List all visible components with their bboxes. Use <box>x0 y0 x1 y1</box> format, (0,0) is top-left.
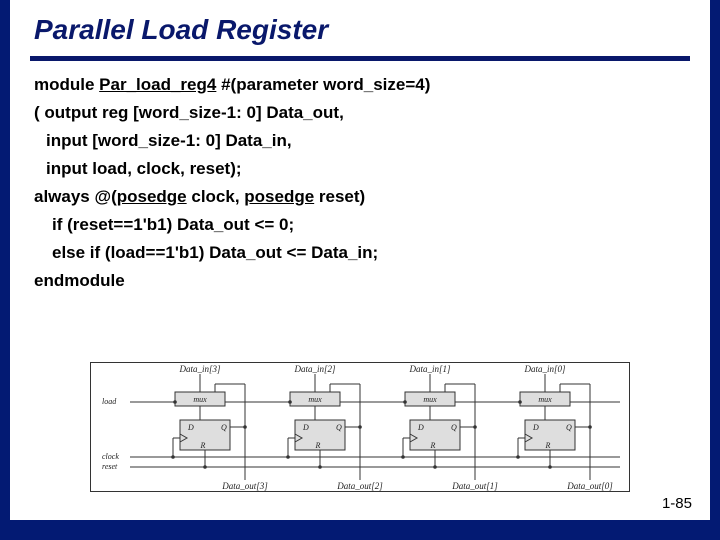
svg-text:Data_in[2]: Data_in[2] <box>293 364 336 374</box>
svg-text:mux: mux <box>423 395 437 404</box>
svg-text:R: R <box>315 441 321 450</box>
code-line-2: ( output reg [word_size-1: 0] Data_out, <box>34 99 686 127</box>
bit-cell-0: Data_in[0] mux D Q R <box>516 364 613 491</box>
svg-text:Data_out[2]: Data_out[2] <box>336 481 383 491</box>
module-name: Par_load_reg4 <box>99 75 216 94</box>
param-decl: #(parameter word_size=4) <box>216 75 430 94</box>
title-underline <box>30 56 690 61</box>
code-line-4: input load, clock, reset); <box>34 155 686 183</box>
label-load: load <box>102 397 117 406</box>
bit-cell-2: Data_in[2] mux D Q R <box>286 364 383 491</box>
reset-text: reset) <box>314 187 365 206</box>
svg-text:Q: Q <box>336 423 342 432</box>
svg-text:Data_in[0]: Data_in[0] <box>523 364 566 374</box>
svg-text:mux: mux <box>538 395 552 404</box>
code-line-7: else if (load==1'b1) Data_out <= Data_in… <box>34 239 686 267</box>
svg-text:Q: Q <box>451 423 457 432</box>
label-q: Q <box>221 423 227 432</box>
svg-text:D: D <box>302 423 309 432</box>
bit-cell-3: Data_in[3] mux D Q R <box>171 364 268 491</box>
kw-posedge-2: posedge <box>244 187 314 206</box>
bit-cell-1: Data_in[1] mux D Q R <box>401 364 498 491</box>
slide: Parallel Load Register module Par_load_r… <box>10 0 710 520</box>
svg-text:Data_out[0]: Data_out[0] <box>566 481 613 491</box>
svg-text:R: R <box>545 441 551 450</box>
page-number: 1-85 <box>662 495 692 512</box>
slide-title: Parallel Load Register <box>34 14 690 46</box>
svg-text:D: D <box>532 423 539 432</box>
label-r: R <box>200 441 206 450</box>
kw-posedge-1: posedge <box>117 187 187 206</box>
circuit-diagram: load clock reset Data_in[3] mux D Q R <box>90 362 630 492</box>
svg-text:mux: mux <box>308 395 322 404</box>
label-reset: reset <box>102 462 118 471</box>
svg-text:R: R <box>430 441 436 450</box>
label-d: D <box>187 423 194 432</box>
label-clock: clock <box>102 452 119 461</box>
svg-text:Data_out[1]: Data_out[1] <box>451 481 498 491</box>
code-line-5: always @(posedge clock, posedge reset) <box>34 183 686 211</box>
kw-module: module <box>34 75 99 94</box>
code-line-1: module Par_load_reg4 #(parameter word_si… <box>34 71 686 99</box>
svg-text:D: D <box>417 423 424 432</box>
code-line-6: if (reset==1'b1) Data_out <= 0; <box>34 211 686 239</box>
label-mux: mux <box>193 395 207 404</box>
svg-text:Q: Q <box>566 423 572 432</box>
clk-text: clock, <box>187 187 245 206</box>
code-line-8: endmodule <box>34 267 686 295</box>
code-line-3: input [word_size-1: 0] Data_in, <box>34 127 686 155</box>
kw-always: always @( <box>34 187 117 206</box>
label-dataout: Data_out[3] <box>221 481 268 491</box>
label-datain: Data_in[3] <box>178 364 221 374</box>
svg-text:Data_in[1]: Data_in[1] <box>408 364 451 374</box>
title-block: Parallel Load Register <box>10 0 710 52</box>
code-block: module Par_load_reg4 #(parameter word_si… <box>10 71 710 295</box>
